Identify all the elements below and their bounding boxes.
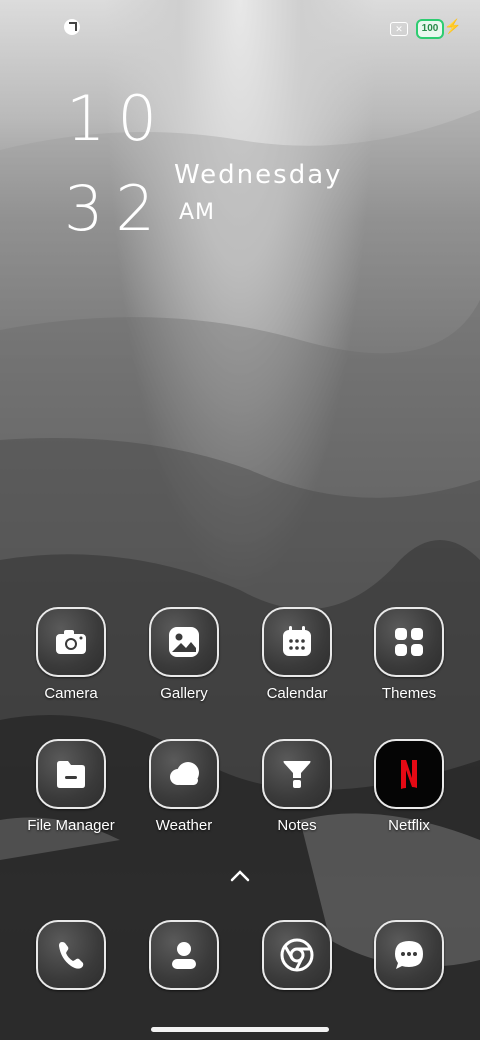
folder-icon <box>36 739 106 809</box>
camera-icon <box>36 607 106 677</box>
battery-level: 100 <box>421 23 439 34</box>
dock-messages[interactable] <box>352 920 466 990</box>
themes-icon <box>374 607 444 677</box>
chrome-icon <box>262 920 332 990</box>
home-screen: ✕ 100 ⚡ 10 32 Wednesday AM Camera Galler… <box>0 0 480 1040</box>
battery-icon: 100 <box>416 19 444 39</box>
app-label: Netflix <box>388 817 430 834</box>
app-file-manager[interactable]: File Manager <box>14 739 128 834</box>
app-label: Themes <box>381 685 437 702</box>
dock-phone[interactable] <box>14 920 128 990</box>
clock-hour: 10 <box>66 82 169 155</box>
notes-icon <box>262 739 332 809</box>
app-label: File Manager <box>27 817 115 834</box>
app-label: Weather <box>155 817 213 834</box>
messages-icon <box>374 920 444 990</box>
dock-contacts[interactable] <box>127 920 241 990</box>
app-themes[interactable]: Themes <box>352 607 466 702</box>
app-gallery[interactable]: Gallery <box>127 607 241 702</box>
app-label: Gallery <box>160 685 208 702</box>
app-netflix[interactable]: Netflix <box>352 739 466 834</box>
clock-ampm: AM <box>179 200 216 225</box>
sim-off-icon: ✕ <box>390 22 408 36</box>
clock-minute: 32 <box>64 172 167 245</box>
calendar-icon <box>262 607 332 677</box>
clock-day: Wednesday <box>174 160 343 190</box>
gallery-icon <box>149 607 219 677</box>
app-label: Camera <box>44 685 98 702</box>
dock-chrome[interactable] <box>240 920 354 990</box>
status-bar: ✕ 100 ⚡ <box>0 0 480 56</box>
app-camera[interactable]: Camera <box>14 607 128 702</box>
app-calendar[interactable]: Calendar <box>240 607 354 702</box>
home-gesture-bar[interactable] <box>151 1027 329 1032</box>
weather-icon <box>149 739 219 809</box>
app-notes[interactable]: Notes <box>240 739 354 834</box>
contacts-icon <box>149 920 219 990</box>
app-weather[interactable]: Weather <box>127 739 241 834</box>
charging-icon: ⚡ <box>444 18 462 34</box>
phone-icon <box>36 920 106 990</box>
chevron-up-icon[interactable] <box>228 866 252 886</box>
app-label: Calendar <box>266 685 328 702</box>
app-label: Notes <box>277 817 317 834</box>
netflix-icon <box>374 739 444 809</box>
app-notification-icon <box>64 19 80 35</box>
